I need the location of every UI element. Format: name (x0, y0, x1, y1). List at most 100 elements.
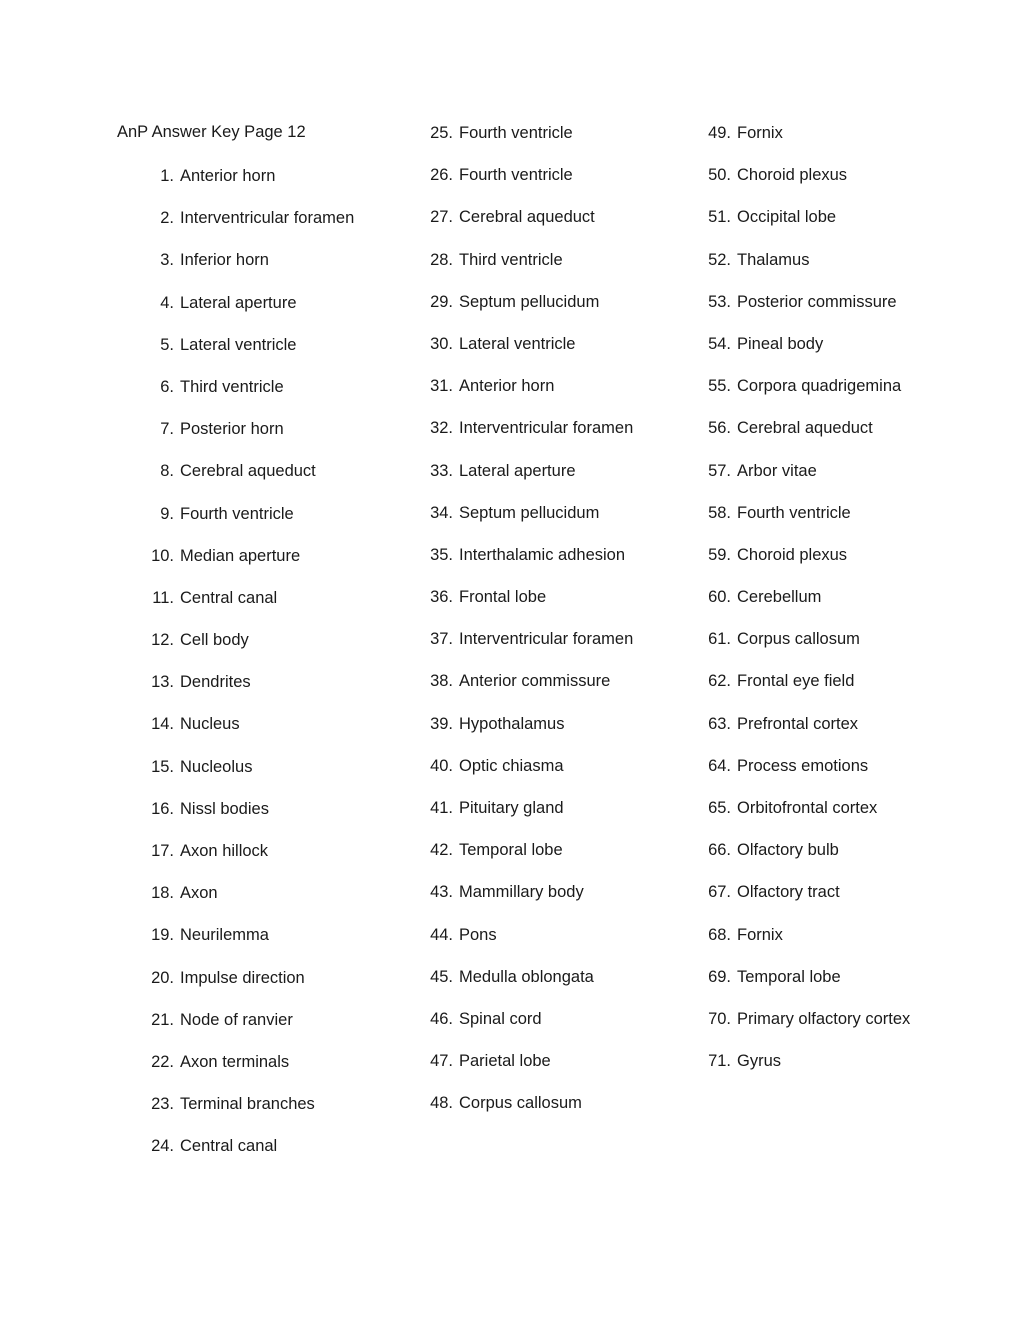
answer-item-label: Interventricular foramen (459, 419, 634, 438)
answer-item: 62. Frontal eye field (702, 669, 970, 694)
answer-item-label: Fourth ventricle (459, 166, 573, 185)
answer-item-label: Corpora quadrigemina (737, 377, 902, 396)
answer-item-number: 35. (430, 545, 453, 564)
answer-item-label: Olfactory bulb (737, 841, 839, 860)
answer-item: 71. Gyrus (702, 1049, 970, 1074)
answer-item-number: 5. (160, 335, 174, 354)
answer-item-label: Choroid plexus (737, 166, 848, 185)
answer-item: 30. Lateral ventricle (424, 332, 692, 357)
answer-item: 6. Third ventricle (117, 375, 417, 400)
answer-item: 29. Septum pellucidum (424, 290, 692, 315)
answer-item: 1. Anterior horn (117, 164, 417, 189)
answer-item: 38. Anterior commissure (424, 669, 692, 694)
answer-column-2: 25. Fourth ventricle 26. Fourth ventricle 27… (424, 121, 692, 1134)
answer-item-number: 3. (160, 251, 174, 270)
answer-item: 35. Interthalamic adhesion (424, 543, 692, 568)
answer-item: 39. Hypothalamus (424, 712, 692, 737)
answer-item: 52. Thalamus (702, 248, 970, 273)
answer-item-label: Third ventricle (180, 377, 284, 396)
answer-item-label: Medulla oblongata (459, 967, 594, 986)
answer-item: 67. Olfactory tract (702, 880, 970, 905)
answer-item-label: Fourth ventricle (180, 504, 294, 523)
answer-item: 5. Lateral ventricle (117, 333, 417, 358)
answer-item-number: 48. (430, 1094, 453, 1113)
answer-item-number: 49. (708, 124, 731, 142)
answer-item-label: Central canal (180, 1137, 278, 1156)
answer-item-number: 62. (708, 672, 731, 691)
answer-item-number: 13. (151, 673, 174, 692)
answer-item-label: Fornix (737, 124, 783, 142)
answer-item-label: Cerebral aqueduct (180, 462, 316, 481)
answer-item-label: Gyrus (737, 1052, 782, 1071)
answer-item-label: Pineal body (737, 334, 824, 353)
answer-item-label: Median aperture (180, 546, 301, 565)
answer-item-label: Pons (459, 925, 497, 944)
answer-item-label: Olfactory tract (737, 883, 840, 902)
answer-item-label: Impulse direction (180, 968, 305, 987)
answer-item: 24. Central canal (117, 1134, 417, 1159)
answer-column-1: 1. Anterior horn 2. Interventricular forame… (117, 121, 417, 1177)
answer-item-number: 66. (708, 841, 731, 860)
answer-item-label: Lateral ventricle (459, 334, 576, 353)
answer-item-number: 28. (430, 250, 453, 269)
answer-item-label: Lateral aperture (459, 461, 576, 480)
answer-item-label: Mammillary body (459, 883, 584, 902)
answer-item-label: Cerebral aqueduct (459, 208, 595, 227)
answer-item-number: 45. (430, 967, 453, 986)
answer-item-label: Orbitofrontal cortex (737, 799, 878, 817)
answer-item-label: Anterior horn (180, 167, 276, 185)
answer-item-label: Terminal branches (180, 1095, 315, 1114)
answer-item-number: 56. (708, 419, 731, 438)
answer-item: 41. Pituitary gland (424, 796, 692, 821)
answer-item: 9. Fourth ventricle (117, 502, 417, 527)
answer-item-number: 41. (430, 799, 453, 817)
answer-item: 59. Choroid plexus (702, 543, 970, 568)
answer-item-number: 11. (152, 588, 174, 607)
answer-item-number: 36. (430, 588, 453, 607)
answer-item-number: 34. (430, 503, 453, 522)
answer-item: 66. Olfactory bulb (702, 838, 970, 863)
answer-item-number: 37. (430, 630, 453, 649)
answer-item-number: 71. (708, 1052, 731, 1071)
answer-item: 19. Neurilemma (117, 923, 417, 948)
answer-item-number: 8. (160, 462, 174, 481)
answer-item: 68. Fornix (702, 923, 970, 948)
answer-item-label: Corpus callosum (459, 1094, 582, 1113)
answer-item-label: Cerebellum (737, 588, 822, 607)
answer-item-number: 30. (430, 334, 453, 353)
answer-item: 11. Central canal (117, 586, 417, 611)
answer-item: 54. Pineal body (702, 332, 970, 357)
answer-item: 42. Temporal lobe (424, 838, 692, 863)
answer-item-number: 19. (151, 926, 174, 945)
answer-item: 8. Cerebral aqueduct (117, 459, 417, 484)
answer-item-number: 18. (151, 884, 174, 903)
answer-item-label: Fornix (737, 925, 783, 944)
answer-item-number: 27. (430, 208, 453, 227)
answer-item-number: 53. (708, 292, 731, 311)
answer-item-number: 54. (708, 334, 731, 353)
answer-item-number: 65. (708, 799, 731, 817)
answer-item-number: 55. (708, 377, 731, 396)
answer-item: 55. Corpora quadrigemina (702, 374, 970, 399)
answer-item-label: Posterior horn (180, 420, 284, 439)
answer-item: 16. Nissl bodies (117, 797, 417, 822)
answer-item-label: Septum pellucidum (459, 292, 600, 311)
answer-item: 28. Third ventricle (424, 248, 692, 273)
answer-item-label: Frontal lobe (459, 588, 547, 607)
answer-list-2: 25. Fourth ventricle 26. Fourth ventricle 27… (424, 121, 692, 1116)
answer-item-label: Choroid plexus (737, 545, 848, 564)
answer-item-label: Third ventricle (459, 250, 563, 269)
answer-item-number: 1. (160, 167, 174, 185)
answer-item: 44. Pons (424, 923, 692, 948)
answer-item: 25. Fourth ventricle (424, 121, 692, 146)
answer-item-number: 26. (430, 166, 453, 185)
answer-item-number: 47. (430, 1052, 453, 1071)
answer-item-number: 21. (151, 1010, 174, 1029)
answer-item-label: Occipital lobe (737, 208, 837, 227)
answer-item: 21. Node of ranvier (117, 1008, 417, 1033)
answer-item: 3. Inferior horn (117, 248, 417, 273)
answer-item-number: 25. (430, 124, 453, 142)
answer-item: 33. Lateral aperture (424, 459, 692, 484)
answer-item: 63. Prefrontal cortex (702, 712, 970, 737)
answer-item-number: 57. (708, 461, 731, 480)
